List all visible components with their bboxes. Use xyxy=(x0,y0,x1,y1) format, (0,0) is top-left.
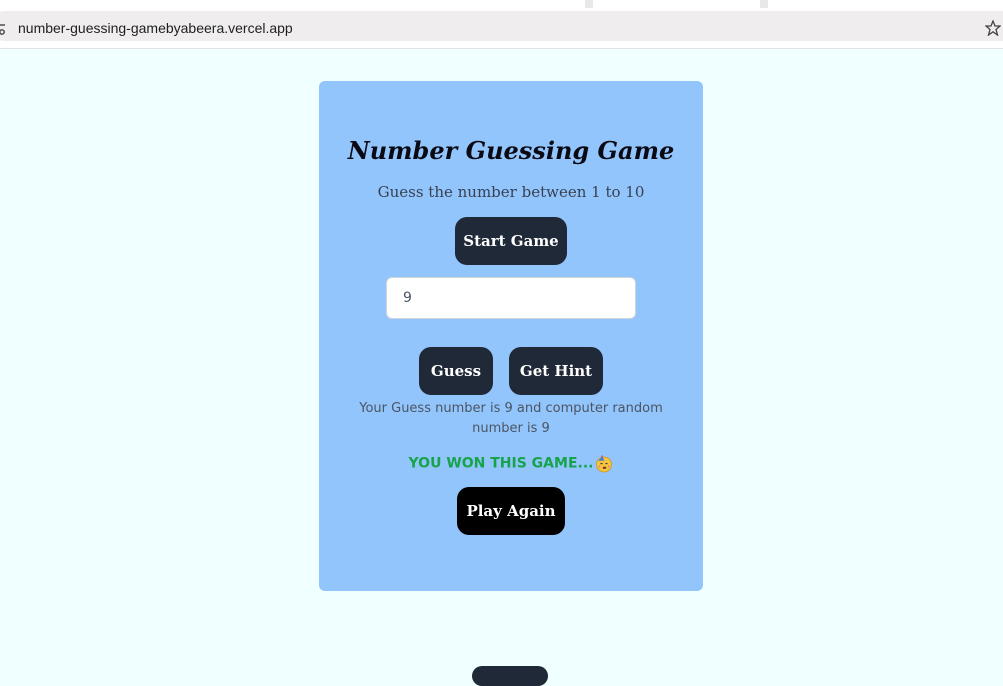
play-again-button[interactable]: Play Again xyxy=(457,487,565,535)
tab-strip-edge xyxy=(768,0,1003,8)
game-card: Number Guessing Game Guess the number be… xyxy=(319,81,703,591)
address-bar[interactable]: number-guessing-gamebyabeera.vercel.app xyxy=(0,11,1003,41)
celebrate-emoji-icon xyxy=(596,454,613,472)
guess-button[interactable]: Guess xyxy=(419,347,493,395)
url-text[interactable]: number-guessing-gamebyabeera.vercel.app xyxy=(18,20,293,36)
star-icon[interactable] xyxy=(985,20,1001,36)
tab-strip xyxy=(0,0,1003,8)
partial-element xyxy=(472,666,548,686)
get-hint-button[interactable]: Get Hint xyxy=(509,347,603,395)
win-message: YOU WON THIS GAME... xyxy=(408,455,594,472)
tab-strip-edge xyxy=(593,0,760,8)
game-title: Number Guessing Game xyxy=(347,136,675,165)
win-message-row: YOU WON THIS GAME... xyxy=(319,453,703,473)
browser-toolbar: number-guessing-gamebyabeera.vercel.app xyxy=(0,8,1003,49)
site-info-icon[interactable] xyxy=(0,21,6,37)
start-game-button[interactable]: Start Game xyxy=(455,217,567,265)
tab-strip-edge xyxy=(0,0,585,8)
page-body: Number Guessing Game Guess the number be… xyxy=(0,49,1003,686)
game-subtitle: Guess the number between 1 to 10 xyxy=(377,183,645,201)
result-message: Your Guess number is 9 and computer rand… xyxy=(359,401,663,436)
guess-input[interactable] xyxy=(386,277,636,319)
